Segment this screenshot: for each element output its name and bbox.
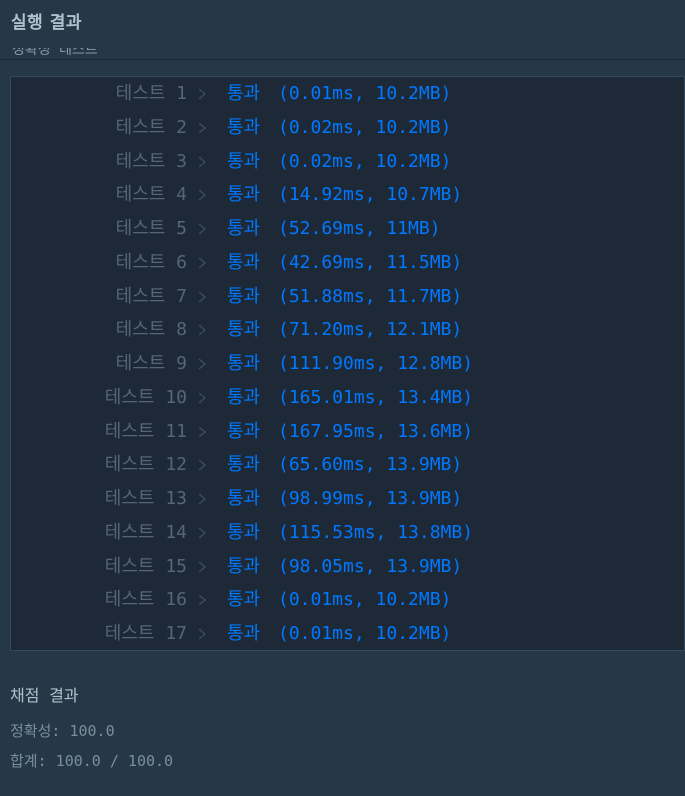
chevron-right-icon xyxy=(198,560,207,573)
accuracy-value: 100.0 xyxy=(69,722,115,740)
result-row: 테스트 7 통과 (51.88ms, 11.7MB) xyxy=(11,285,684,309)
result-detail: (165.01ms, 13.4MB) xyxy=(278,386,474,408)
total-line: 합계: 100.0 / 100.0 xyxy=(10,750,173,771)
chevron-right-icon xyxy=(198,392,207,404)
result-detail: (0.01ms, 10.2MB) xyxy=(278,589,452,611)
result-detail: (0.01ms, 10.2MB) xyxy=(278,623,452,644)
result-row: 테스트 13 통과 (98.99ms, 13.9MB) xyxy=(11,487,684,511)
pass-status: 통과 xyxy=(227,488,261,509)
result-row: 테스트 14 통과 (115.53ms, 13.8MB) xyxy=(11,521,684,545)
result-detail: (0.01ms, 10.2MB) xyxy=(278,83,452,104)
output-title: 실행 결과 xyxy=(11,13,82,33)
test-name: 테스트 4 xyxy=(115,184,187,206)
pass-status: 통과 xyxy=(227,555,261,577)
results-panel[interactable]: 테스트 1 통과 (0.01ms, 10.2MB) 테스트 2 통과 (0.02ms, 1… xyxy=(10,76,685,651)
total-value: 100.0 / 100.0 xyxy=(55,752,174,770)
result-detail: (71.20ms, 12.1MB) xyxy=(278,319,463,341)
test-name: 테스트 1 xyxy=(115,83,187,104)
total-label: 합계: xyxy=(10,752,47,770)
result-detail: (111.90ms, 12.8MB) xyxy=(278,353,474,374)
result-row: 테스트 12 통과 (65.60ms, 13.9MB) xyxy=(11,453,684,477)
test-name: 테스트 14 xyxy=(104,521,187,543)
result-row: 테스트 16 통과 (0.01ms, 10.2MB) xyxy=(11,588,684,612)
result-row: 테스트 17 통과 (0.01ms, 10.2MB) xyxy=(11,622,684,646)
test-name: 테스트 5 xyxy=(115,218,187,239)
result-row: 테스트 15 통과 (98.05ms, 13.9MB) xyxy=(11,555,684,579)
result-detail: (98.99ms, 13.9MB) xyxy=(278,488,463,509)
pass-status: 통과 xyxy=(227,420,261,442)
chevron-right-icon xyxy=(198,527,207,539)
result-detail: (167.95ms, 13.6MB) xyxy=(278,420,474,442)
test-name: 테스트 7 xyxy=(115,285,187,307)
chevron-right-icon xyxy=(198,122,207,134)
chevron-right-icon xyxy=(198,594,207,606)
pass-status: 통과 xyxy=(227,386,261,408)
pass-status: 통과 xyxy=(227,589,261,611)
test-name: 테스트 13 xyxy=(104,488,187,509)
pass-status: 통과 xyxy=(227,521,261,543)
result-detail: (98.05ms, 13.9MB) xyxy=(278,555,463,577)
test-name: 테스트 10 xyxy=(104,386,187,408)
pass-status: 통과 xyxy=(227,623,261,644)
chevron-right-icon xyxy=(198,290,207,303)
result-row: 테스트 6 통과 (42.69ms, 11.5MB) xyxy=(11,251,684,275)
chevron-right-icon xyxy=(198,189,207,201)
pass-status: 통과 xyxy=(227,83,261,104)
result-detail: (0.02ms, 10.2MB) xyxy=(278,150,452,172)
test-name: 테스트 8 xyxy=(115,319,187,341)
pass-status: 통과 xyxy=(227,150,261,172)
section-label: 정확성 테스트 xyxy=(12,48,98,58)
pass-status: 통과 xyxy=(227,454,261,476)
pass-status: 통과 xyxy=(227,218,261,239)
result-detail: (115.53ms, 13.8MB) xyxy=(278,521,474,543)
pass-status: 통과 xyxy=(227,251,261,273)
chevron-right-icon xyxy=(198,88,207,100)
test-name: 테스트 11 xyxy=(104,420,187,442)
chevron-right-icon xyxy=(198,358,207,370)
result-detail: (52.69ms, 11MB) xyxy=(278,218,441,239)
test-name: 테스트 9 xyxy=(115,353,187,374)
test-name: 테스트 2 xyxy=(115,116,187,138)
test-name: 테스트 15 xyxy=(104,555,187,577)
chevron-right-icon xyxy=(198,155,207,168)
result-row: 테스트 9 통과 (111.90ms, 12.8MB) xyxy=(11,352,684,376)
pass-status: 통과 xyxy=(227,285,261,307)
result-row: 테스트 8 통과 (71.20ms, 12.1MB) xyxy=(11,318,684,342)
chevron-right-icon xyxy=(198,493,207,505)
chevron-right-icon xyxy=(198,425,207,438)
result-detail: (51.88ms, 11.7MB) xyxy=(278,285,463,307)
test-name: 테스트 6 xyxy=(115,251,187,273)
result-detail: (0.02ms, 10.2MB) xyxy=(278,116,452,138)
result-row: 테스트 4 통과 (14.92ms, 10.7MB) xyxy=(11,183,684,207)
test-name: 테스트 3 xyxy=(115,150,187,172)
chevron-right-icon xyxy=(198,459,207,471)
chevron-right-icon xyxy=(198,324,207,336)
pass-status: 통과 xyxy=(227,353,261,374)
pass-status: 통과 xyxy=(227,319,261,341)
chevron-right-icon xyxy=(198,223,207,235)
result-detail: (14.92ms, 10.7MB) xyxy=(278,184,463,206)
grading-title: 채점 결과 xyxy=(10,686,79,705)
accuracy-label: 정확성: xyxy=(10,722,61,740)
test-name: 테스트 16 xyxy=(104,589,187,611)
test-name: 테스트 12 xyxy=(104,454,187,476)
pass-status: 통과 xyxy=(227,184,261,206)
result-detail: (65.60ms, 13.9MB) xyxy=(278,454,463,476)
result-row: 테스트 1 통과 (0.01ms, 10.2MB) xyxy=(11,82,684,106)
chevron-right-icon xyxy=(198,628,207,640)
test-name: 테스트 17 xyxy=(104,623,187,644)
accuracy-line: 정확성: 100.0 xyxy=(10,720,115,741)
output-header: 실행 결과 정확성 테스트 xyxy=(0,0,685,60)
pass-status: 통과 xyxy=(227,116,261,138)
result-row: 테스트 10 통과 (165.01ms, 13.4MB) xyxy=(11,386,684,410)
result-row: 테스트 2 통과 (0.02ms, 10.2MB) xyxy=(11,116,684,140)
result-detail: (42.69ms, 11.5MB) xyxy=(278,251,463,273)
result-row: 테스트 3 통과 (0.02ms, 10.2MB) xyxy=(11,150,684,174)
result-row: 테스트 11 통과 (167.95ms, 13.6MB) xyxy=(11,420,684,444)
chevron-right-icon xyxy=(198,257,207,269)
result-row: 테스트 5 통과 (52.69ms, 11MB) xyxy=(11,217,684,241)
